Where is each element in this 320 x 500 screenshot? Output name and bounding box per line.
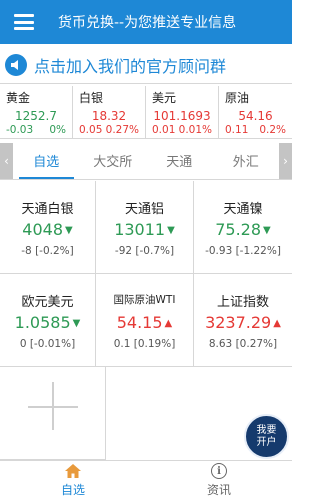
promo-banner[interactable]: 点击加入我们的官方顾问群 [0, 46, 292, 84]
quote-card-shanghai-index[interactable]: 上证指数 3237.29 ▲ 8.63 [0.27%] [194, 274, 292, 367]
ticker-price: 1252.7 [15, 109, 57, 123]
quote-change: -0.93 [-1.22%] [205, 245, 281, 257]
tab-tiantong[interactable]: 天通 [146, 142, 213, 179]
ticker-item-gold[interactable]: 黄金 1252.7 -0.03 0% [0, 86, 73, 138]
ticker-name: 美元 [152, 91, 177, 105]
quote-change: -8 [-0.2%] [21, 245, 74, 257]
quote-name: 天通铝 [124, 202, 164, 217]
chevron-left-icon[interactable]: ‹ [0, 142, 13, 179]
ticker-name: 白银 [79, 91, 104, 105]
quote-name: 上证指数 [216, 295, 269, 310]
quote-grid: 天通白银 4048 ▼ -8 [-0.2%] 天通铝 13011 ▼ -92 [-0… [0, 181, 292, 367]
quote-change: 0.1 [0.19%] [113, 338, 176, 350]
nav-news[interactable]: i 资讯 [146, 461, 292, 500]
ticker-percent: 0.01% [178, 124, 212, 136]
tab-forex[interactable]: 外汇 [213, 142, 280, 179]
page-title: 货币兑换--为您推送专业信息 [58, 15, 237, 31]
ticker-percent: 0% [49, 124, 66, 136]
quote-name: 天通白银 [21, 202, 74, 217]
quote-price: 54.15 [116, 313, 163, 332]
quote-card-tiantong-aluminum[interactable]: 天通铝 13011 ▼ -92 [-0.7%] [96, 181, 194, 274]
down-arrow-icon: ▼ [167, 225, 175, 236]
ticker-change: 0.11 [225, 124, 249, 136]
ticker-percent: 0.27% [105, 124, 139, 136]
ticker-percent: 0.2% [259, 124, 286, 136]
tab-watchlist[interactable]: 自选 [13, 142, 80, 179]
chevron-right-icon[interactable]: › [279, 142, 292, 179]
quote-price: 13011 [114, 220, 166, 239]
open-account-label-1: 我要 [256, 424, 277, 436]
quote-card-wti-crude[interactable]: 国际原油WTI 54.15 ▲ 0.1 [0.19%] [96, 274, 194, 367]
nav-label: 资讯 [206, 483, 231, 497]
open-account-button[interactable]: 我要 开户 [244, 414, 289, 459]
quote-change: -92 [-0.7%] [114, 245, 175, 257]
ticker-item-silver[interactable]: 白银 18.32 0.05 0.27% [73, 86, 146, 138]
nav-watchlist[interactable]: 自选 [0, 461, 146, 500]
nav-label: 自选 [60, 483, 85, 497]
quote-change: 0 [-0.01%] [19, 338, 76, 350]
ticker-price: 18.32 [91, 109, 127, 123]
ticker-name: 黄金 [6, 91, 31, 105]
home-icon [65, 464, 81, 478]
hamburger-menu-icon[interactable] [14, 14, 34, 30]
down-arrow-icon: ▼ [65, 225, 73, 236]
quote-price: 75.28 [215, 220, 262, 239]
market-ticker: 黄金 1252.7 -0.03 0% 白银 18.32 0.05 0.27% 美元 … [0, 86, 292, 139]
quote-name: 国际原油WTI [113, 294, 176, 306]
add-quote-button[interactable] [0, 367, 106, 460]
quote-card-tiantong-silver[interactable]: 天通白银 4048 ▼ -8 [-0.2%] [0, 181, 96, 274]
ticker-item-oil[interactable]: 原油 54.16 0.11 0.2% [219, 86, 292, 138]
speaker-icon [5, 53, 27, 76]
tab-dalian-exchange[interactable]: 大交所 [80, 142, 147, 179]
open-account-label-2: 开户 [256, 436, 277, 448]
ticker-change: -0.03 [6, 124, 34, 136]
ticker-change: 0.01 [152, 124, 176, 136]
quote-card-eurusd[interactable]: 欧元美元 1.0585 ▼ 0 [-0.01%] [0, 274, 96, 367]
down-arrow-icon: ▼ [263, 225, 271, 236]
quote-card-tiantong-nickel[interactable]: 天通镍 75.28 ▼ -0.93 [-1.22%] [194, 181, 292, 274]
quote-price: 3237.29 [205, 313, 272, 332]
quote-price: 1.0585 [14, 313, 71, 332]
ticker-price: 54.16 [238, 109, 273, 123]
info-icon: i [211, 463, 227, 479]
quote-change: 8.63 [0.27%] [208, 338, 278, 350]
promo-text: 点击加入我们的官方顾问群 [34, 56, 227, 76]
ticker-change: 0.05 [79, 124, 103, 136]
bottom-navigation: 自选 i 资讯 [0, 460, 292, 500]
ticker-name: 原油 [225, 91, 250, 105]
market-tabs: ‹ 自选 大交所 天通 外汇 › [0, 142, 292, 180]
quote-price: 4048 [22, 220, 63, 239]
ticker-item-usd[interactable]: 美元 101.1693 0.01 0.01% [146, 86, 219, 138]
quote-name: 欧元美元 [21, 295, 74, 310]
app-header: 货币兑换--为您推送专业信息 [0, 0, 292, 44]
ticker-price: 101.1693 [153, 109, 211, 123]
up-arrow-icon: ▲ [273, 318, 281, 329]
quote-name: 天通镍 [223, 202, 263, 217]
down-arrow-icon: ▼ [72, 318, 81, 329]
up-arrow-icon: ▲ [164, 318, 173, 329]
